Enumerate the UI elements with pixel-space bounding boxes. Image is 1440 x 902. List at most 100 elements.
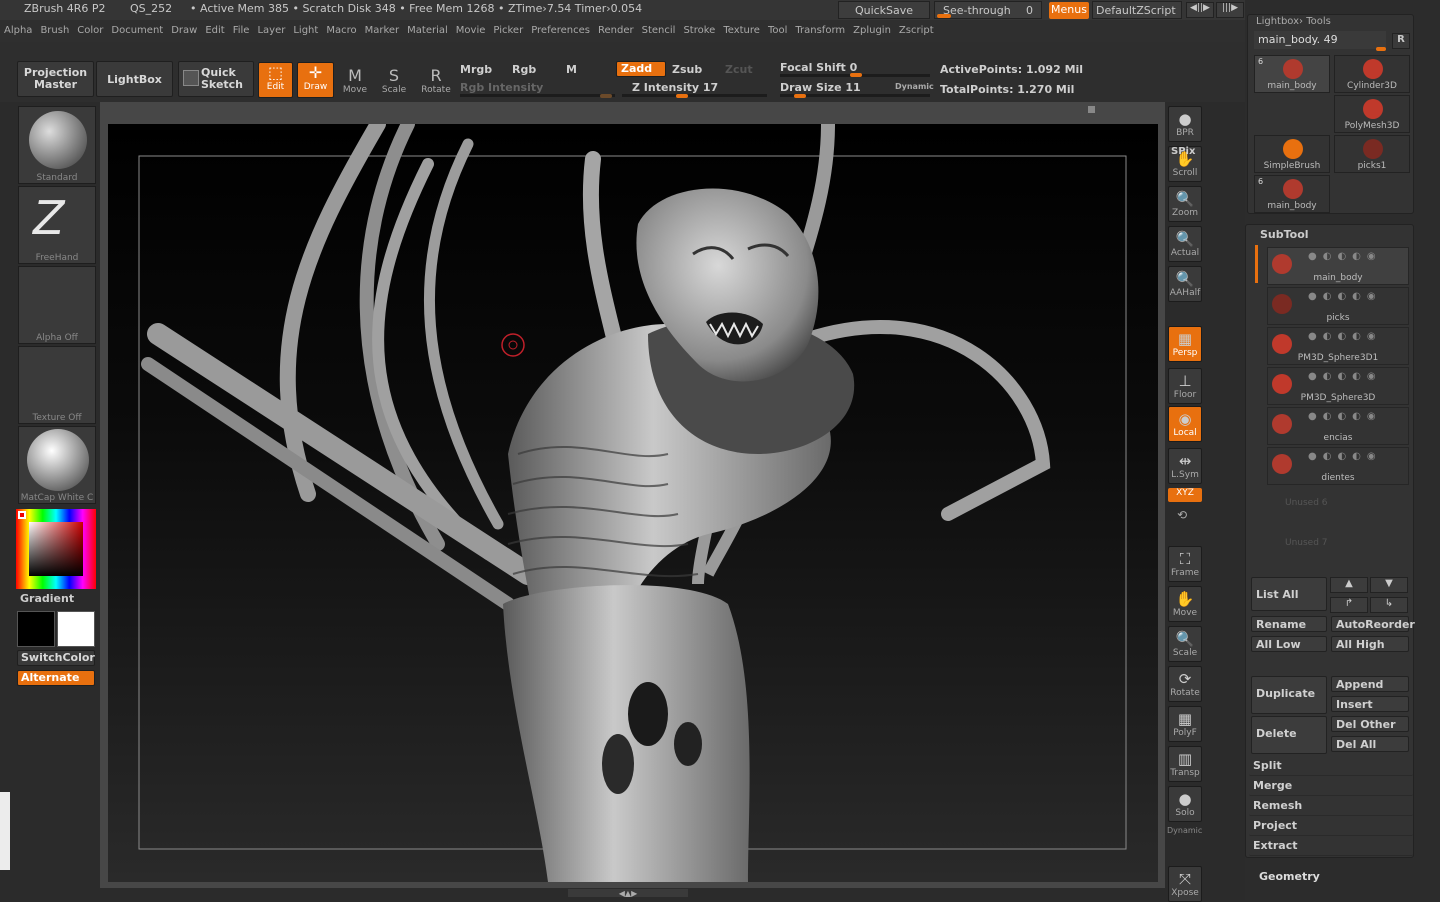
menu-texture[interactable]: Texture — [719, 20, 764, 36]
draw-size-slider[interactable]: Draw Size 11 — [780, 81, 861, 94]
menu-color[interactable]: Color — [73, 20, 107, 36]
list-all-button[interactable]: List All — [1251, 577, 1327, 611]
subtool-unused-slot[interactable]: Unused 7 — [1285, 538, 1328, 548]
insert-button[interactable]: Insert — [1331, 696, 1409, 712]
subtool-visibility-icon[interactable]: ●◐◐◐◉ — [1308, 291, 1382, 302]
default-zscript-button[interactable]: DefaultZScript — [1092, 1, 1182, 19]
color-marker[interactable] — [18, 511, 26, 519]
lightbox-button[interactable]: LightBox — [96, 61, 173, 97]
xpose-button[interactable]: ⤧ Xpose — [1168, 866, 1202, 902]
canvas-bottom-scroll[interactable]: ◀▲▶ — [568, 889, 688, 898]
scale-button[interactable]: 🔍 Scale — [1168, 626, 1202, 662]
z-intensity-knob[interactable] — [676, 94, 688, 98]
move-button[interactable]: M Move — [336, 64, 374, 100]
aahalf-button[interactable]: 🔍 AAHalf — [1168, 266, 1202, 302]
duplicate-button[interactable]: Duplicate — [1251, 676, 1327, 714]
arrow-left-icon[interactable]: ↱ — [1330, 597, 1368, 613]
menu-tool[interactable]: Tool — [764, 20, 791, 36]
menu-picker[interactable]: Picker — [489, 20, 527, 36]
alternate-button[interactable]: Alternate — [17, 670, 95, 686]
menu-zscript[interactable]: Zscript — [895, 20, 938, 36]
autoreorder-button[interactable]: AutoReorder — [1331, 616, 1415, 632]
dynamic-toggle[interactable]: Dynamic — [895, 82, 934, 91]
rotate-button[interactable]: ⟳ Rotate — [1168, 666, 1202, 702]
alpha-selector[interactable]: Alpha Off — [18, 266, 96, 344]
subtool-header[interactable]: SubTool — [1260, 228, 1309, 241]
subtool-item-pm3d_sphere3d[interactable]: ●◐◐◐◉ PM3D_Sphere3D — [1267, 367, 1409, 405]
subtool-visibility-icon[interactable]: ●◐◐◐◉ — [1308, 331, 1382, 342]
move-down-icon[interactable]: ▼ — [1370, 577, 1408, 593]
stroke-selector[interactable]: Z FreeHand — [18, 186, 96, 264]
draw-button[interactable]: ✛ Draw — [297, 62, 334, 98]
mrgb-button[interactable]: Mrgb — [460, 63, 492, 76]
subtool-visibility-icon[interactable]: ●◐◐◐◉ — [1308, 451, 1382, 462]
scale-button[interactable]: S Scale — [375, 64, 413, 100]
menu-alpha[interactable]: Alpha — [0, 20, 36, 36]
subtool-scrollbar[interactable] — [1255, 245, 1258, 283]
all-low-button[interactable]: All Low — [1251, 636, 1327, 652]
rgb-intensity-slider[interactable]: Rgb Intensity — [460, 81, 543, 94]
current-tool-knob[interactable] — [1376, 47, 1386, 51]
menu-file[interactable]: File — [229, 20, 254, 36]
projection-master-button[interactable]: Projection Master — [17, 61, 94, 97]
merge-button[interactable]: Merge — [1249, 778, 1413, 796]
floor-button[interactable]: ⊥ Floor — [1168, 368, 1202, 404]
zsub-button[interactable]: Zsub — [672, 63, 702, 76]
gradient-label[interactable]: Gradient — [20, 592, 74, 605]
all-high-button[interactable]: All High — [1331, 636, 1409, 652]
solo-button[interactable]: ● Solo — [1168, 786, 1202, 822]
menu-brush[interactable]: Brush — [36, 20, 73, 36]
tool-thumb-main_body[interactable]: main_body 6 — [1254, 55, 1330, 93]
frame-button[interactable]: ⛶ Frame — [1168, 546, 1202, 582]
menu-document[interactable]: Document — [107, 20, 167, 36]
menu-render[interactable]: Render — [594, 20, 638, 36]
material-selector[interactable]: MatCap White C — [18, 426, 96, 504]
tool-header[interactable]: Lightbox› Tools — [1256, 16, 1331, 27]
rgb-intensity-track[interactable] — [460, 94, 615, 97]
tool-thumb-polymesh3d[interactable]: PolyMesh3D — [1334, 95, 1410, 133]
m-button[interactable]: M — [566, 63, 577, 76]
menu-layer[interactable]: Layer — [253, 20, 289, 36]
subtool-unused-slot[interactable]: Unused 6 — [1285, 498, 1328, 508]
polyf-button[interactable]: ▦ PolyF — [1168, 706, 1202, 742]
rgb-intensity-knob[interactable] — [600, 94, 612, 98]
subtool-item-picks[interactable]: ●◐◐◐◉ picks — [1267, 287, 1409, 325]
rotation-axis-icon[interactable]: ⟲ — [1177, 506, 1187, 524]
tool-thumb-simplebrush[interactable]: SimpleBrush — [1254, 135, 1330, 173]
brush-selector[interactable]: Standard — [18, 106, 96, 184]
tool-thumb-main_body[interactable]: main_body 6 — [1254, 175, 1330, 213]
menu-light[interactable]: Light — [289, 20, 322, 36]
menu-draw[interactable]: Draw — [167, 20, 201, 36]
extract-button[interactable]: Extract — [1249, 838, 1413, 856]
main-color-swatch[interactable] — [57, 611, 95, 647]
side-tab[interactable] — [0, 792, 10, 870]
subtool-visibility-icon[interactable]: ●◐◐◐◉ — [1308, 411, 1382, 422]
color-picker[interactable] — [16, 509, 96, 589]
focal-shift-slider[interactable]: Focal Shift 0 — [780, 61, 857, 74]
delete-button[interactable]: Delete — [1251, 716, 1327, 754]
current-tool-slider[interactable]: main_body. 49 — [1254, 31, 1386, 49]
draw-size-knob[interactable] — [794, 94, 806, 98]
tool-r-button[interactable]: R — [1392, 33, 1410, 49]
quicksave-button[interactable]: QuickSave — [838, 1, 930, 19]
spix-label[interactable]: SPix — [1171, 146, 1195, 157]
actual-button[interactable]: 🔍 Actual — [1168, 226, 1202, 262]
menu-zplugin[interactable]: Zplugin — [849, 20, 895, 36]
subtool-visibility-icon[interactable]: ●◐◐◐◉ — [1308, 251, 1382, 262]
see-through-knob[interactable] — [937, 14, 951, 18]
zcut-button[interactable]: Zcut — [725, 63, 753, 76]
focal-shift-knob[interactable] — [850, 73, 862, 77]
local-button[interactable]: ◉ Local — [1168, 406, 1202, 442]
viewport-canvas[interactable] — [108, 124, 1158, 882]
del-other-button[interactable]: Del Other — [1331, 716, 1409, 732]
menu-edit[interactable]: Edit — [201, 20, 228, 36]
append-button[interactable]: Append — [1331, 676, 1409, 692]
menu-transform[interactable]: Transform — [791, 20, 849, 36]
persp-button[interactable]: ▦ Persp — [1168, 326, 1202, 362]
z-intensity-slider[interactable]: Z Intensity 17 — [632, 81, 718, 94]
edit-button[interactable]: ⬚ Edit — [258, 62, 293, 98]
rgb-button[interactable]: Rgb — [512, 63, 536, 76]
subtool-visibility-icon[interactable]: ●◐◐◐◉ — [1308, 371, 1382, 382]
subtool-item-dientes[interactable]: ●◐◐◐◉ dientes — [1267, 447, 1409, 485]
menu-movie[interactable]: Movie — [452, 20, 490, 36]
